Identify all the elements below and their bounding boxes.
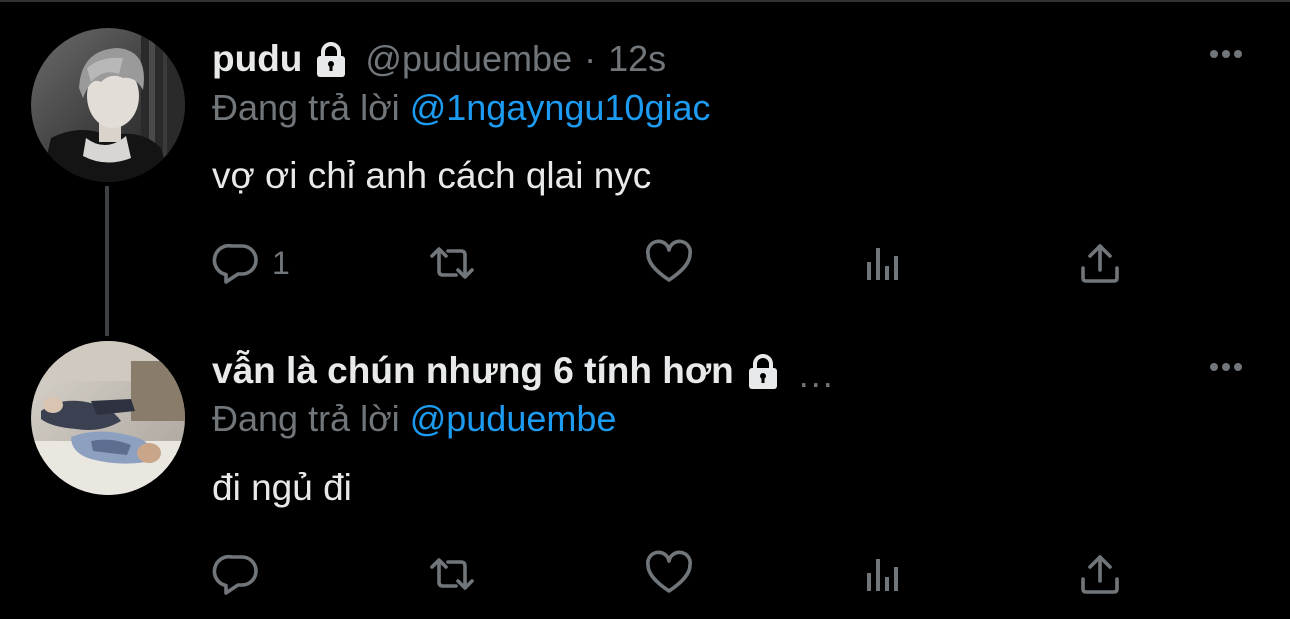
share-icon (1081, 555, 1119, 594)
lock-icon (743, 351, 783, 391)
action-bar (0, 548, 1290, 600)
replying-to: Đang trả lời @1ngayngu10giac (212, 87, 710, 129)
avatar[interactable] (31, 28, 185, 182)
more-icon[interactable] (1206, 44, 1246, 64)
handle[interactable]: @puduembe (365, 38, 572, 80)
views-button[interactable] (860, 548, 910, 600)
lock-icon (311, 39, 351, 79)
tweet[interactable]: vẫn là chún nhưng 6 tính hơn ... Đang tr… (0, 320, 1290, 619)
timestamp[interactable]: 12s (608, 38, 666, 80)
replying-to-label: Đang trả lời (212, 398, 400, 439)
retweet-icon (430, 558, 474, 590)
tweet-text: vợ ơi chỉ anh cách qlai nyc (212, 155, 652, 196)
reply-mention-link[interactable]: @puduembe (410, 398, 617, 439)
replying-to: Đang trả lời @puduembe (212, 398, 616, 440)
retweet-icon (430, 247, 474, 279)
action-bar: 1 (0, 237, 1290, 289)
reply-icon (212, 243, 258, 284)
views-icon (867, 559, 898, 591)
reply-button[interactable]: 1 (212, 237, 290, 289)
tweet-header: pudu @puduembe · 12s (212, 34, 666, 84)
reply-mention-link[interactable]: @1ngayngu10giac (410, 87, 711, 128)
retweet-button[interactable] (427, 548, 477, 600)
replying-to-label: Đang trả lời (212, 87, 400, 128)
share-button[interactable] (1075, 237, 1125, 289)
share-icon (1081, 244, 1119, 283)
tweet-header: vẫn là chún nhưng 6 tính hơn ... (212, 346, 835, 396)
like-button[interactable] (644, 237, 694, 289)
separator-dot: · (584, 38, 597, 79)
reply-icon (212, 554, 258, 595)
more-icon[interactable] (1206, 357, 1246, 377)
retweet-button[interactable] (427, 237, 477, 289)
like-icon (646, 239, 692, 282)
tweet[interactable]: pudu @puduembe · 12s Đang trả lời @1ngay… (0, 0, 1290, 320)
display-name[interactable]: pudu (212, 38, 302, 80)
tweet-text: đi ngủ đi (212, 467, 352, 508)
like-button[interactable] (644, 548, 694, 600)
reply-count: 1 (272, 244, 290, 281)
truncation-ellipsis: ... (798, 354, 835, 395)
views-button[interactable] (860, 237, 910, 289)
display-name[interactable]: vẫn là chún nhưng 6 tính hơn (212, 350, 734, 392)
like-icon (646, 550, 692, 593)
views-icon (867, 248, 898, 280)
reply-button[interactable] (212, 548, 272, 600)
avatar[interactable] (31, 341, 185, 495)
share-button[interactable] (1075, 548, 1125, 600)
